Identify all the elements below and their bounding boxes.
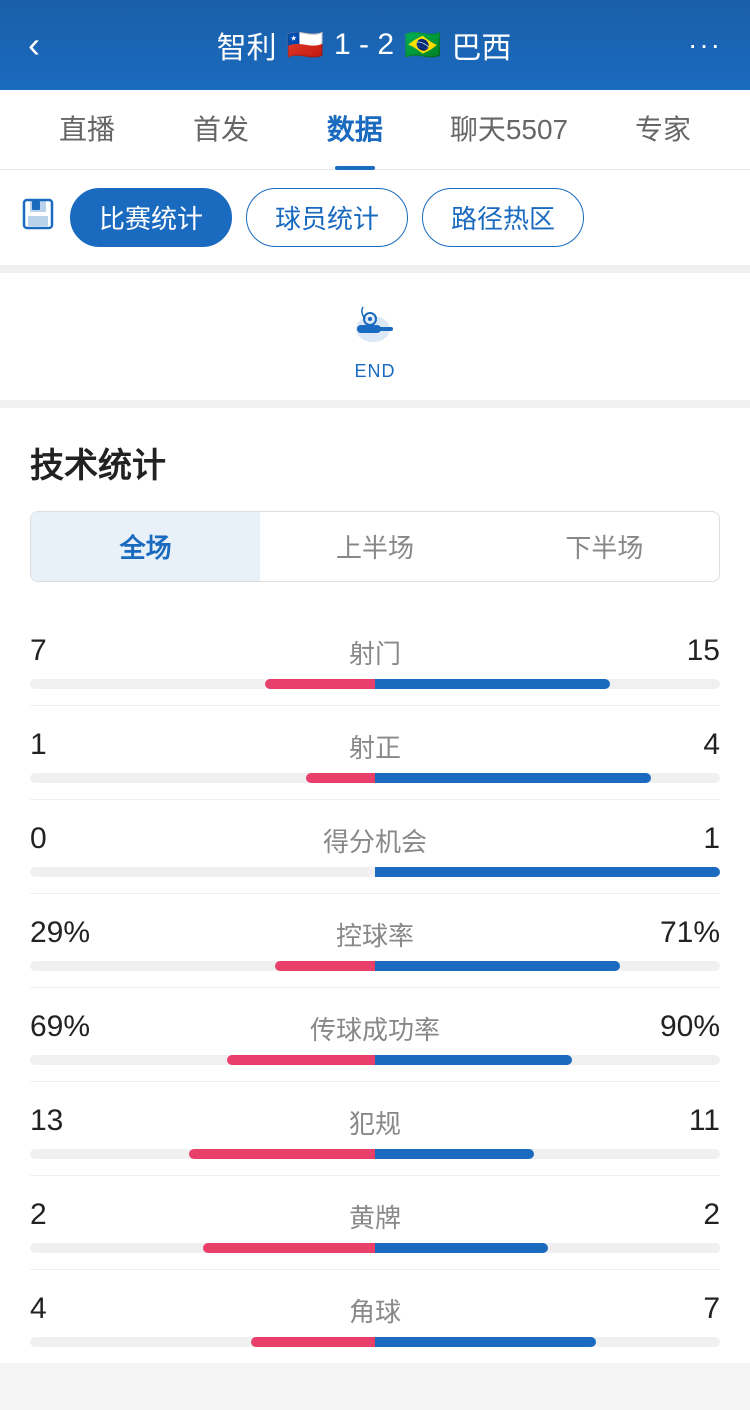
stat-left-yellow_cards: 2 <box>30 1198 90 1235</box>
flag-left: 🇨🇱 <box>287 28 324 63</box>
whistle-icon <box>345 297 405 357</box>
period-tab-full[interactable]: 全场 <box>31 512 260 581</box>
stats-title: 技术统计 <box>30 438 720 487</box>
match-title: 智利 🇨🇱 1 - 2 🇧🇷 巴西 <box>217 23 512 67</box>
stat-numbers-chances: 0 得分机会 1 <box>30 822 720 859</box>
stat-label-shots_on_target: 射正 <box>90 728 660 765</box>
stat-right-shots_on_target: 4 <box>660 728 720 765</box>
stat-row-possession: 29% 控球率 71% <box>30 893 720 987</box>
end-label: END <box>354 361 395 382</box>
stat-bar-right-shots_on_target <box>375 773 651 783</box>
stat-left-corners: 4 <box>30 1292 90 1329</box>
stat-row-chances: 0 得分机会 1 <box>30 799 720 893</box>
period-tabs: 全场 上半场 下半场 <box>30 511 720 582</box>
stat-row-shots_on_target: 1 射正 4 <box>30 705 720 799</box>
team-right-label: 巴西 <box>451 23 511 67</box>
stat-label-pass_success: 传球成功率 <box>90 1010 660 1047</box>
save-icon[interactable] <box>20 196 56 240</box>
stat-left-chances: 0 <box>30 822 90 859</box>
stat-bar-possession <box>30 961 720 971</box>
stat-left-possession: 29% <box>30 916 90 953</box>
stat-row-fouls: 13 犯规 11 <box>30 1081 720 1175</box>
sub-tab-match-stats[interactable]: 比赛统计 <box>70 188 232 247</box>
stat-label-possession: 控球率 <box>90 916 660 953</box>
stat-row-pass_success: 69% 传球成功率 90% <box>30 987 720 1081</box>
sub-tab-heatmap[interactable]: 路径热区 <box>422 188 584 247</box>
stat-bar-fouls <box>30 1149 720 1159</box>
more-button[interactable]: ··· <box>688 29 722 61</box>
stat-row-corners: 4 角球 7 <box>30 1269 720 1363</box>
stat-bar-right-shots <box>375 679 610 689</box>
back-button[interactable]: ‹ <box>28 24 40 66</box>
tab-data[interactable]: 数据 <box>288 90 422 170</box>
stat-numbers-shots_on_target: 1 射正 4 <box>30 728 720 765</box>
stat-label-yellow_cards: 黄牌 <box>90 1198 660 1235</box>
tab-lineup[interactable]: 首发 <box>154 90 288 170</box>
period-tab-first-half[interactable]: 上半场 <box>260 512 489 581</box>
stat-bar-yellow_cards <box>30 1243 720 1253</box>
stat-bar-right-corners <box>375 1337 596 1347</box>
stat-label-corners: 角球 <box>90 1292 660 1329</box>
stat-right-fouls: 11 <box>660 1104 720 1141</box>
stats-section: 技术统计 全场 上半场 下半场 7 射门 15 1 射正 4 <box>0 408 750 1363</box>
header: ‹ 智利 🇨🇱 1 - 2 🇧🇷 巴西 ··· <box>0 0 750 90</box>
stat-bar-left-yellow_cards <box>203 1243 376 1253</box>
stat-left-shots: 7 <box>30 634 90 671</box>
stat-numbers-shots: 7 射门 15 <box>30 634 720 671</box>
stat-bar-pass_success <box>30 1055 720 1065</box>
sub-tab-player-stats[interactable]: 球员统计 <box>246 188 408 247</box>
stat-bar-right-possession <box>375 961 620 971</box>
stat-left-pass_success: 69% <box>30 1010 90 1047</box>
whistle-area: END <box>0 273 750 408</box>
stat-left-fouls: 13 <box>30 1104 90 1141</box>
stat-bar-left-possession <box>275 961 375 971</box>
stat-numbers-corners: 4 角球 7 <box>30 1292 720 1329</box>
stat-row-yellow_cards: 2 黄牌 2 <box>30 1175 720 1269</box>
team-left-label: 智利 <box>217 23 277 67</box>
stat-bar-right-yellow_cards <box>375 1243 548 1253</box>
score-label: 1 - 2 <box>334 28 394 62</box>
stat-right-corners: 7 <box>660 1292 720 1329</box>
stat-bar-shots_on_target <box>30 773 720 783</box>
stat-bar-left-fouls <box>189 1149 375 1159</box>
stat-label-fouls: 犯规 <box>90 1104 660 1141</box>
sub-tab-area: 比赛统计 球员统计 路径热区 <box>0 170 750 273</box>
stat-bar-corners <box>30 1337 720 1347</box>
stat-right-possession: 71% <box>660 916 720 953</box>
stat-right-yellow_cards: 2 <box>660 1198 720 1235</box>
stat-right-shots: 15 <box>660 634 720 671</box>
stat-label-chances: 得分机会 <box>90 822 660 859</box>
stat-bar-left-shots <box>265 679 375 689</box>
stat-numbers-pass_success: 69% 传球成功率 90% <box>30 1010 720 1047</box>
flag-right: 🇧🇷 <box>404 28 441 63</box>
stat-bar-right-chances <box>375 867 720 877</box>
period-tab-second-half[interactable]: 下半场 <box>490 512 719 581</box>
stat-right-pass_success: 90% <box>660 1010 720 1047</box>
stat-rows-container: 7 射门 15 1 射正 4 0 得分机会 1 <box>30 612 720 1363</box>
tab-bar: 直播 首发 数据 聊天5507 专家 <box>0 90 750 170</box>
tab-expert[interactable]: 专家 <box>596 90 730 170</box>
stat-bar-left-corners <box>251 1337 375 1347</box>
stat-numbers-possession: 29% 控球率 71% <box>30 916 720 953</box>
stat-bar-left-shots_on_target <box>306 773 375 783</box>
tab-chat[interactable]: 聊天5507 <box>422 90 596 170</box>
stat-bar-shots <box>30 679 720 689</box>
stat-row-shots: 7 射门 15 <box>30 612 720 705</box>
stat-label-shots: 射门 <box>90 634 660 671</box>
stat-bar-left-pass_success <box>227 1055 375 1065</box>
stat-numbers-fouls: 13 犯规 11 <box>30 1104 720 1141</box>
stat-bar-right-pass_success <box>375 1055 572 1065</box>
stat-left-shots_on_target: 1 <box>30 728 90 765</box>
stat-bar-right-fouls <box>375 1149 534 1159</box>
stat-numbers-yellow_cards: 2 黄牌 2 <box>30 1198 720 1235</box>
stat-right-chances: 1 <box>660 822 720 859</box>
stat-bar-chances <box>30 867 720 877</box>
tab-live[interactable]: 直播 <box>20 90 154 170</box>
